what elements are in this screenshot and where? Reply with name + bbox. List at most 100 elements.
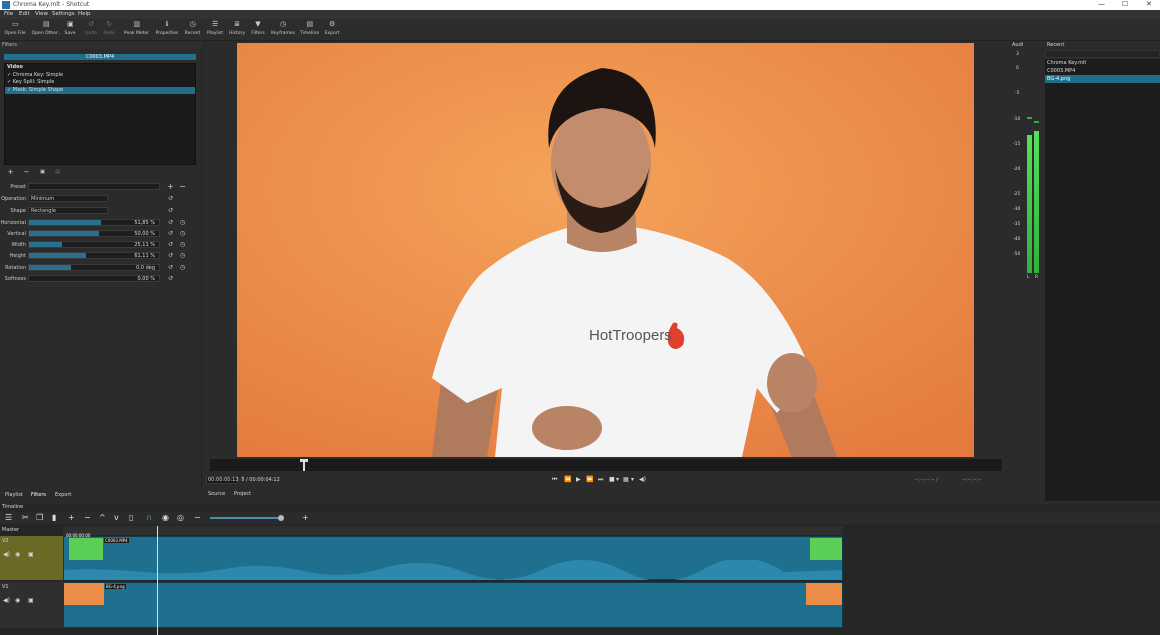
operation-combo[interactable]: Minimum: [28, 195, 108, 202]
lock-icon[interactable]: ▣: [28, 597, 34, 604]
horizontal-slider[interactable]: 51,85 %: [28, 219, 160, 226]
overwrite-icon[interactable]: v: [114, 513, 119, 522]
softness-slider[interactable]: 0,00 %: [28, 275, 160, 282]
recent-search-input[interactable]: [1045, 50, 1160, 58]
tab-project[interactable]: Project: [234, 491, 251, 497]
filters-button[interactable]: ▼ Filters: [250, 21, 266, 37]
hide-icon[interactable]: ◉: [15, 551, 20, 558]
ripple-icon[interactable]: ◎: [177, 513, 184, 522]
add-filter-button[interactable]: +: [6, 169, 15, 176]
lift-icon[interactable]: ^: [99, 513, 106, 522]
remove-filter-button[interactable]: −: [22, 169, 31, 176]
skip-end-icon[interactable]: ⏭: [598, 476, 603, 484]
rotation-slider[interactable]: 0,0 deg: [28, 264, 160, 271]
clip-v1[interactable]: BG-4.png: [63, 582, 843, 628]
loop-icon[interactable]: ▾: [616, 476, 619, 483]
height-slider[interactable]: 61,11 %: [28, 252, 160, 259]
zoom-slider-handle[interactable]: [278, 515, 284, 521]
snap-icon[interactable]: ∩: [146, 513, 152, 522]
keyframe-vertical-icon[interactable]: ◷: [179, 230, 186, 237]
reset-height-icon[interactable]: ↺: [167, 252, 174, 259]
timeline-button[interactable]: ▤ Timeline: [300, 21, 319, 37]
save-preset-icon[interactable]: +: [167, 183, 174, 191]
grid-icon[interactable]: ▦: [623, 476, 629, 483]
zoom-out-icon[interactable]: −: [194, 513, 201, 522]
reset-operation-icon[interactable]: ↺: [167, 195, 174, 202]
mute-icon[interactable]: ◀): [3, 597, 10, 604]
reset-vertical-icon[interactable]: ↺: [167, 230, 174, 237]
reset-rotation-icon[interactable]: ↺: [167, 264, 174, 271]
reset-horizontal-icon[interactable]: ↺: [167, 219, 174, 226]
zoom-slider[interactable]: [210, 517, 284, 519]
clip-v2[interactable]: 00:00:00:00 C0003.MP4: [63, 533, 843, 580]
close-button[interactable]: ✕: [1146, 0, 1152, 8]
scrub-icon[interactable]: ◉: [162, 513, 169, 522]
mute-icon[interactable]: ◀): [3, 551, 10, 558]
playlist-button[interactable]: ☰ Playlist: [206, 21, 224, 37]
recent-button[interactable]: ◷ Recent: [184, 21, 201, 37]
export-button[interactable]: ⚙ Export: [323, 21, 341, 37]
properties-button[interactable]: ℹ Properties: [155, 21, 179, 37]
minimize-button[interactable]: —: [1098, 0, 1105, 8]
menu-settings[interactable]: Settings: [52, 11, 75, 17]
skip-start-icon[interactable]: ⏮: [552, 476, 557, 484]
menu-file[interactable]: File: [4, 11, 13, 17]
filter-item-chroma-key[interactable]: ✓ Chroma Key: Simple: [5, 72, 195, 80]
maximize-button[interactable]: ☐: [1122, 0, 1128, 8]
keyframe-height-icon[interactable]: ◷: [179, 252, 186, 259]
reset-softness-icon[interactable]: ↺: [167, 275, 174, 282]
track-header-v2[interactable]: V2 ◀) ◉ ▣: [0, 536, 63, 580]
paste-icon[interactable]: ▮: [52, 513, 56, 522]
preset-combo[interactable]: [28, 183, 160, 190]
ripple-delete-icon[interactable]: −: [84, 513, 91, 522]
recent-item[interactable]: C0003.MP4: [1045, 67, 1160, 75]
lock-icon[interactable]: ▣: [28, 551, 34, 558]
save-button[interactable]: ▣ Save: [63, 21, 77, 37]
volume-icon[interactable]: ◀): [639, 476, 646, 483]
recent-item-selected[interactable]: BG-4.png: [1045, 75, 1160, 83]
redo-button[interactable]: ↻ Redo: [102, 21, 116, 37]
video-viewer[interactable]: HotTroopers: [237, 43, 974, 457]
menu-edit[interactable]: Edit: [19, 11, 30, 17]
filter-item-mask-simple-shape[interactable]: ✓ Mask: Simple Shape: [5, 86, 195, 94]
filter-item-key-spill[interactable]: ✓ Key Spill: Simple: [5, 79, 195, 87]
rewind-icon[interactable]: ⏪: [564, 476, 571, 483]
stop-icon[interactable]: ■: [609, 476, 615, 483]
play-icon[interactable]: ▶: [576, 476, 581, 483]
tab-export[interactable]: Export: [55, 492, 71, 498]
paste-filter-button[interactable]: ▤: [53, 169, 62, 176]
playhead-marker[interactable]: [303, 461, 305, 471]
copy-filter-button[interactable]: ▣: [38, 169, 47, 176]
width-slider[interactable]: 25,11 %: [28, 241, 160, 248]
copy-icon[interactable]: ❐: [36, 513, 43, 522]
time-ruler[interactable]: [63, 526, 843, 535]
vertical-slider[interactable]: 50,00 %: [28, 230, 160, 237]
delete-preset-icon[interactable]: −: [179, 183, 186, 191]
reset-shape-icon[interactable]: ↺: [167, 207, 174, 214]
append-icon[interactable]: +: [68, 513, 75, 522]
keyframe-rotation-icon[interactable]: ◷: [179, 264, 186, 271]
viewer-scrubber[interactable]: [210, 459, 1002, 471]
hide-icon[interactable]: ◉: [15, 597, 20, 604]
undo-button[interactable]: ↺ Undo: [84, 21, 98, 37]
track-header-v1[interactable]: V1 ◀) ◉ ▣: [0, 582, 63, 628]
timecode-field[interactable]: 00:00:00:13: [206, 476, 239, 484]
menu-view[interactable]: View: [35, 11, 48, 17]
split-icon[interactable]: ▯: [129, 513, 133, 522]
tab-filters[interactable]: Filters: [31, 492, 46, 498]
menu-help[interactable]: Help: [78, 11, 91, 17]
fast-forward-icon[interactable]: ⏩: [586, 476, 593, 483]
open-other-button[interactable]: ▤ Open Other..: [31, 21, 61, 37]
tab-source[interactable]: Source: [208, 491, 225, 497]
cut-icon[interactable]: ✂: [22, 513, 29, 522]
keyframe-horizontal-icon[interactable]: ◷: [179, 219, 186, 226]
open-file-button[interactable]: ▭ Open File: [4, 21, 26, 37]
grid-dropdown-icon[interactable]: ▾: [631, 476, 634, 483]
zoom-in-icon[interactable]: +: [302, 513, 309, 522]
peak-meter-button[interactable]: ▥ Peak Meter: [123, 21, 150, 37]
timecode-spinner-icon[interactable]: ⇕: [240, 476, 245, 483]
reset-width-icon[interactable]: ↺: [167, 241, 174, 248]
recent-item[interactable]: Chroma Key.mlt: [1045, 59, 1160, 67]
history-button[interactable]: ≣ History: [228, 21, 246, 37]
timeline-menu-icon[interactable]: ☰: [5, 513, 12, 522]
